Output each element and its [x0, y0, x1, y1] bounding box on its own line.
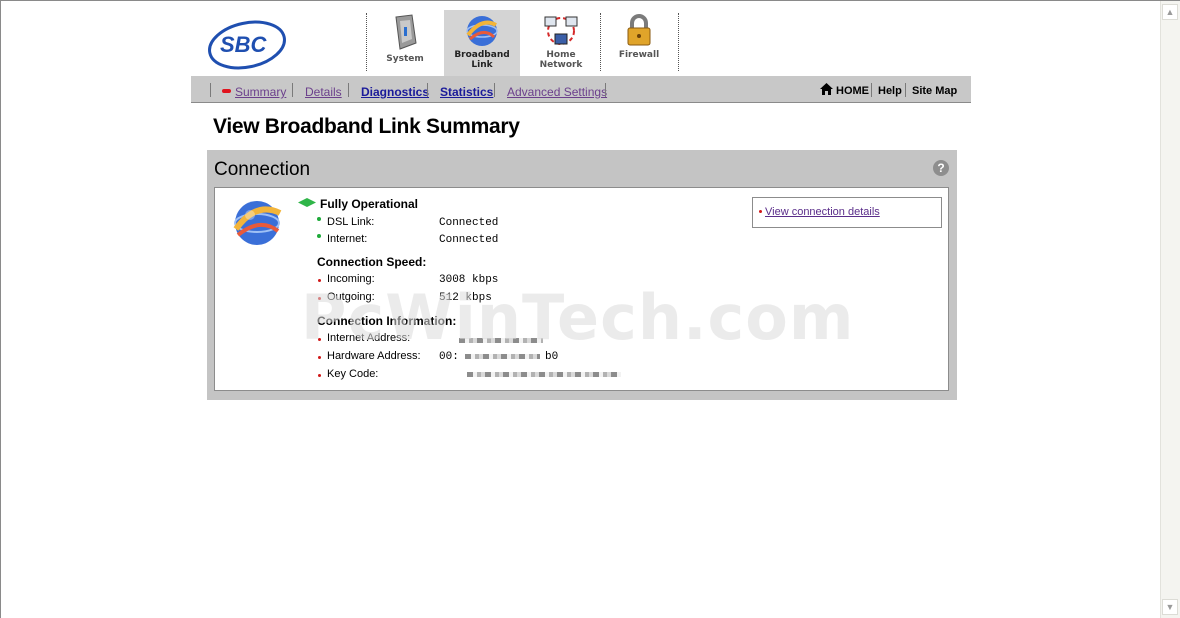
- subnav-separator: [871, 83, 872, 97]
- system-icon: [395, 14, 417, 50]
- bullet-icon: [759, 210, 762, 213]
- nav-divider: [678, 13, 679, 71]
- subnav-separator: [494, 83, 495, 97]
- status-bullet-icon: [317, 217, 321, 221]
- connection-panel-body: Fully Operational DSL Link: Connected In…: [214, 187, 949, 391]
- tab-system-label: System: [386, 54, 424, 64]
- dsl-link-label: DSL Link:: [327, 216, 375, 228]
- subnav-separator: [605, 83, 606, 97]
- tab-firewall-label: Firewall: [618, 50, 660, 60]
- subnav-details[interactable]: Details: [305, 85, 342, 99]
- subnav-summary[interactable]: Summary: [235, 85, 286, 99]
- redacted-value: [467, 372, 621, 377]
- incoming-label: Incoming:: [327, 273, 375, 285]
- view-connection-details-link[interactable]: View connection details: [765, 206, 880, 218]
- broadband-globe-icon: [466, 16, 498, 46]
- status-ok-icon: [298, 198, 316, 207]
- incoming-value: 3008 kbps: [439, 274, 499, 286]
- outgoing-value: 512 kbps: [439, 292, 492, 304]
- dsl-link-value: Connected: [439, 217, 499, 229]
- internet-address-label: Internet Address:: [327, 332, 411, 344]
- redacted-value: [465, 354, 540, 359]
- tab-home-network-label-1: Home: [546, 50, 576, 60]
- tab-system[interactable]: System: [367, 10, 443, 76]
- redacted-value: [459, 338, 543, 343]
- connection-status: Fully Operational: [320, 197, 419, 211]
- subnav-separator: [210, 83, 211, 97]
- site-map-link[interactable]: Site Map: [912, 85, 957, 97]
- subnav-separator: [905, 83, 906, 97]
- tab-broadband-link[interactable]: Broadband Link: [444, 10, 520, 76]
- internet-label: Internet:: [327, 233, 368, 245]
- home-network-icon: [544, 16, 578, 45]
- bullet-icon: [318, 297, 321, 300]
- sbc-logo[interactable]: SBC: [207, 19, 291, 71]
- tab-firewall[interactable]: Firewall: [601, 10, 677, 76]
- subnav-diagnostics[interactable]: Diagnostics: [361, 85, 429, 99]
- page-title: View Broadband Link Summary: [213, 115, 520, 138]
- connection-speed-title: Connection Speed:: [317, 255, 427, 269]
- connection-panel: Connection ? Fully Operational DSL Link:…: [207, 150, 957, 400]
- scroll-up-arrow-icon[interactable]: ▲: [1162, 4, 1178, 20]
- bullet-icon: [318, 279, 321, 282]
- bullet-icon: [318, 338, 321, 341]
- hardware-address-suffix: b0: [545, 351, 559, 363]
- subnav-separator: [292, 83, 293, 97]
- subnav-separator: [427, 83, 428, 97]
- bullet-icon: [318, 374, 321, 377]
- subnav-separator: [348, 83, 349, 97]
- hardware-address-label: Hardware Address:: [327, 350, 421, 362]
- connection-details-box: View connection details: [752, 197, 942, 228]
- bullet-icon: [318, 356, 321, 359]
- outgoing-label: Outgoing:: [327, 291, 375, 303]
- tab-broadband-label-2: Link: [471, 60, 493, 70]
- status-bullet-icon: [317, 234, 321, 238]
- home-link[interactable]: HOME: [836, 85, 869, 97]
- key-code-label: Key Code:: [327, 368, 379, 380]
- tab-home-network-label-2: Network: [539, 60, 583, 70]
- connection-info-title: Connection Information:: [317, 314, 457, 328]
- logo-text: SBC: [220, 32, 268, 57]
- broadband-globe-icon: [233, 201, 282, 245]
- vertical-scrollbar[interactable]: ▲ ▼: [1160, 1, 1180, 618]
- active-indicator-icon: [222, 89, 231, 93]
- connection-panel-title: Connection: [214, 159, 311, 180]
- padlock-icon: [627, 14, 651, 46]
- tab-home-network[interactable]: Home Network: [523, 10, 599, 76]
- help-link[interactable]: Help: [878, 85, 902, 97]
- subnav-advanced-settings[interactable]: Advanced Settings: [507, 85, 607, 99]
- sub-navigation-bar: Summary Details Diagnostics Statistics A…: [191, 76, 971, 103]
- tab-broadband-label-1: Broadband: [454, 50, 510, 60]
- home-icon: [820, 83, 833, 98]
- scroll-down-arrow-icon[interactable]: ▼: [1162, 599, 1178, 615]
- hardware-address-prefix: 00:: [439, 351, 459, 363]
- help-icon[interactable]: ?: [933, 160, 949, 176]
- internet-value: Connected: [439, 234, 499, 246]
- subnav-statistics[interactable]: Statistics: [440, 85, 493, 99]
